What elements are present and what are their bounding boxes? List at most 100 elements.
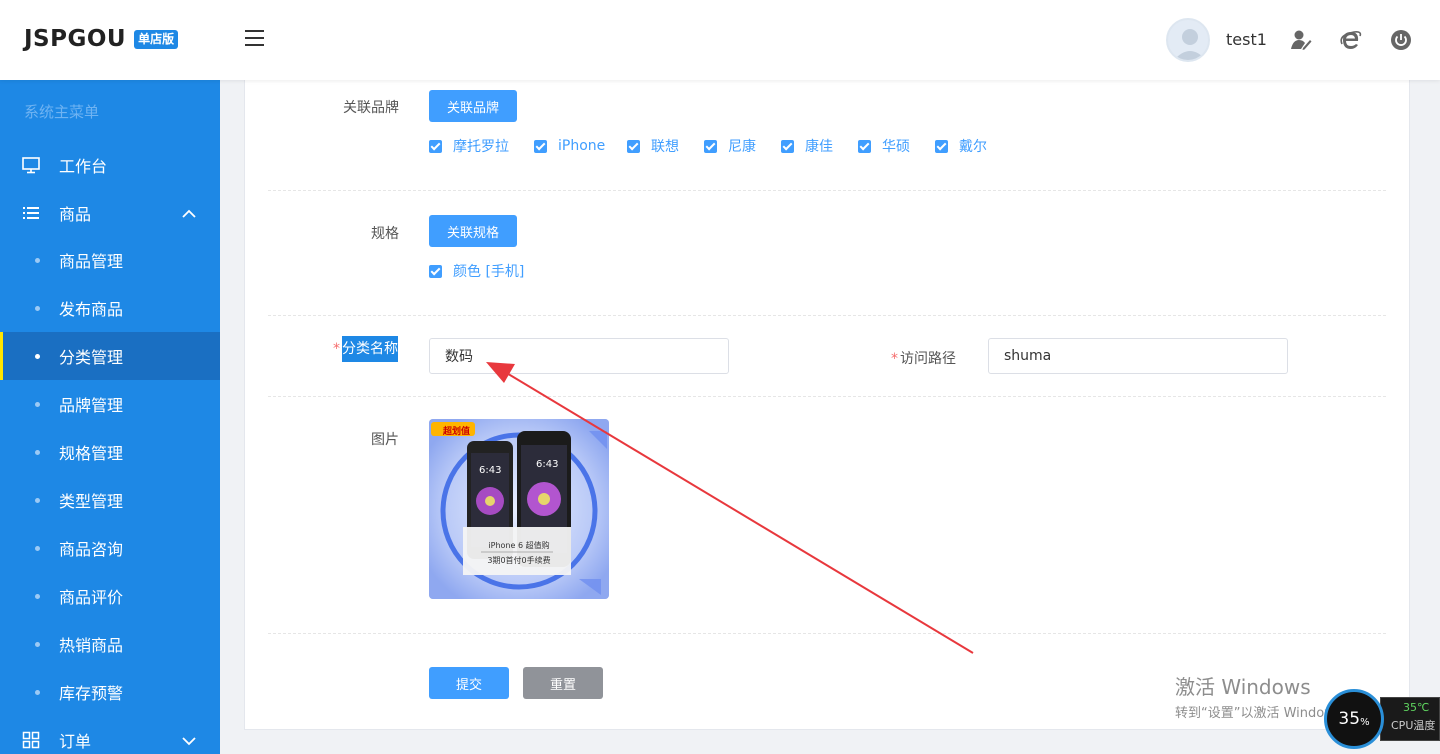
top-header: JSPGOU 单店版 test1 (0, 0, 1440, 80)
bullet-dot (35, 545, 40, 551)
menu-toggle-icon[interactable] (245, 30, 264, 47)
brand-checkbox-dell[interactable]: 戴尔 (935, 138, 987, 155)
category-name-label: * 分类名称 (333, 336, 398, 362)
power-icon[interactable] (1390, 29, 1412, 51)
sidebar-item-category-manage[interactable]: 分类管理 (0, 332, 220, 380)
chevron-up-icon (182, 206, 196, 220)
reset-button[interactable]: 重置 (523, 667, 603, 699)
bullet-dot (35, 305, 40, 311)
grid-icon (22, 731, 40, 749)
sidebar: 系统主菜单 工作台 商品 商品管理 发布商品 分类管理 品牌管理 规格管理 类型… (0, 80, 220, 754)
row-divider (268, 633, 1386, 634)
avatar[interactable] (1166, 18, 1210, 62)
checkbox-checked-icon (858, 139, 871, 153)
spec-checkbox-color[interactable]: 颜色 [手机] (429, 263, 524, 280)
link-spec-button[interactable]: 关联规格 (429, 215, 517, 247)
sidebar-item-label: 发布商品 (59, 300, 124, 319)
checkbox-checked-icon (704, 139, 717, 153)
link-brand-button[interactable]: 关联品牌 (429, 90, 517, 122)
bullet-dot (35, 641, 40, 647)
brand-checkbox-asus[interactable]: 华硕 (858, 138, 910, 155)
access-path-label: * 访问路径 (891, 348, 956, 368)
sidebar-item-publish-goods[interactable]: 发布商品 (0, 284, 220, 332)
sidebar-item-brand-manage[interactable]: 品牌管理 (0, 380, 220, 428)
bullet-dot (35, 449, 40, 455)
sidebar-item-spec-manage[interactable]: 规格管理 (0, 428, 220, 476)
access-path-text: 访问路径 (900, 351, 956, 367)
cpu-monitor-widget[interactable]: 35℃ CPU温度 35% (1324, 689, 1440, 754)
sidebar-item-label: 规格管理 (59, 444, 124, 463)
access-path-input[interactable] (988, 338, 1288, 374)
sidebar-item-goods-manage[interactable]: 商品管理 (0, 236, 220, 284)
sidebar-item-goods[interactable]: 商品 (0, 189, 220, 237)
category-image[interactable]: 超划值 6:43 6:43 iPhone 6 超值购 3期0首付0手续费 (429, 419, 609, 599)
cpu-temp: 35℃ (1403, 701, 1430, 714)
sidebar-item-label: 商品管理 (59, 252, 124, 271)
sidebar-item-label: 品牌管理 (59, 396, 124, 415)
edit-profile-icon[interactable] (1290, 29, 1312, 51)
sidebar-item-goods-consult[interactable]: 商品咨询 (0, 524, 220, 572)
checkbox-label: 尼康 (728, 139, 756, 155)
row-divider (268, 315, 1386, 316)
checkbox-checked-icon (429, 139, 442, 153)
sidebar-item-orders[interactable]: 订单 (0, 716, 220, 754)
checkbox-label: 联想 (651, 139, 679, 155)
image-caption-1: iPhone 6 超值购 (488, 541, 550, 550)
bullet-dot (35, 593, 40, 599)
sidebar-item-label: 工作台 (59, 157, 108, 176)
image-label: 图片 (371, 432, 399, 448)
image-caption-2: 3期0首付0手续费 (487, 556, 551, 565)
sidebar-item-label: 商品 (59, 205, 92, 224)
cpu-usage-gauge: 35% (1324, 689, 1384, 749)
bullet-dot (35, 689, 40, 695)
sidebar-item-stock-alert[interactable]: 库存预警 (0, 668, 220, 716)
checkbox-checked-icon (429, 264, 442, 278)
sidebar-item-label: 订单 (59, 732, 92, 751)
checkbox-checked-icon (534, 139, 547, 153)
brand-checkbox-motorola[interactable]: 摩托罗拉 (429, 138, 509, 155)
phone-time-2: 6:43 (536, 459, 559, 470)
monitor-icon (22, 156, 40, 174)
cpu-temp-panel: 35℃ CPU温度 (1380, 697, 1440, 741)
phone-time-1: 6:43 (479, 465, 502, 476)
sidebar-item-label: 分类管理 (59, 348, 124, 367)
checkbox-checked-icon (627, 139, 640, 153)
brand-checkbox-konka[interactable]: 康佳 (781, 138, 833, 155)
sidebar-item-label: 商品咨询 (59, 540, 124, 559)
chevron-down-icon (182, 733, 196, 747)
sidebar-item-hot-goods[interactable]: 热销商品 (0, 620, 220, 668)
bullet-dot (35, 257, 40, 263)
bullet-dot (35, 353, 40, 359)
row-divider (268, 396, 1386, 397)
cpu-percent-unit: % (1360, 716, 1370, 728)
sidebar-title: 系统主菜单 (24, 103, 100, 121)
sidebar-item-label: 库存预警 (59, 684, 124, 703)
sidebar-item-label: 商品评价 (59, 588, 124, 607)
logo-text: JSPGOU (24, 26, 127, 52)
brand-checkbox-iphone[interactable]: iPhone (534, 138, 605, 154)
browser-icon[interactable] (1340, 29, 1362, 51)
required-asterisk: * (333, 341, 340, 357)
submit-button[interactable]: 提交 (429, 667, 509, 699)
row-divider (268, 190, 1386, 191)
checkbox-checked-icon (935, 139, 948, 153)
bullet-dot (35, 497, 40, 503)
checkbox-label: 华硕 (882, 139, 910, 155)
spec-label: 规格 (371, 226, 399, 242)
checkbox-label: 戴尔 (959, 139, 987, 155)
brand-label: 关联品牌 (343, 100, 399, 116)
edition-badge: 单店版 (134, 29, 179, 49)
checkbox-label: iPhone (558, 138, 606, 154)
username[interactable]: test1 (1226, 30, 1267, 49)
required-asterisk: * (891, 351, 898, 367)
logo[interactable]: JSPGOU 单店版 (24, 24, 179, 54)
category-name-input[interactable] (429, 338, 729, 374)
brand-checkbox-nikon[interactable]: 尼康 (704, 138, 756, 155)
checkbox-checked-icon (781, 139, 794, 153)
sidebar-item-workbench[interactable]: 工作台 (0, 141, 220, 189)
brand-checkbox-lenovo[interactable]: 联想 (627, 138, 679, 155)
checkbox-label: 摩托罗拉 (453, 139, 509, 155)
sidebar-item-goods-review[interactable]: 商品评价 (0, 572, 220, 620)
category-name-text: 分类名称 (342, 336, 398, 362)
sidebar-item-type-manage[interactable]: 类型管理 (0, 476, 220, 524)
